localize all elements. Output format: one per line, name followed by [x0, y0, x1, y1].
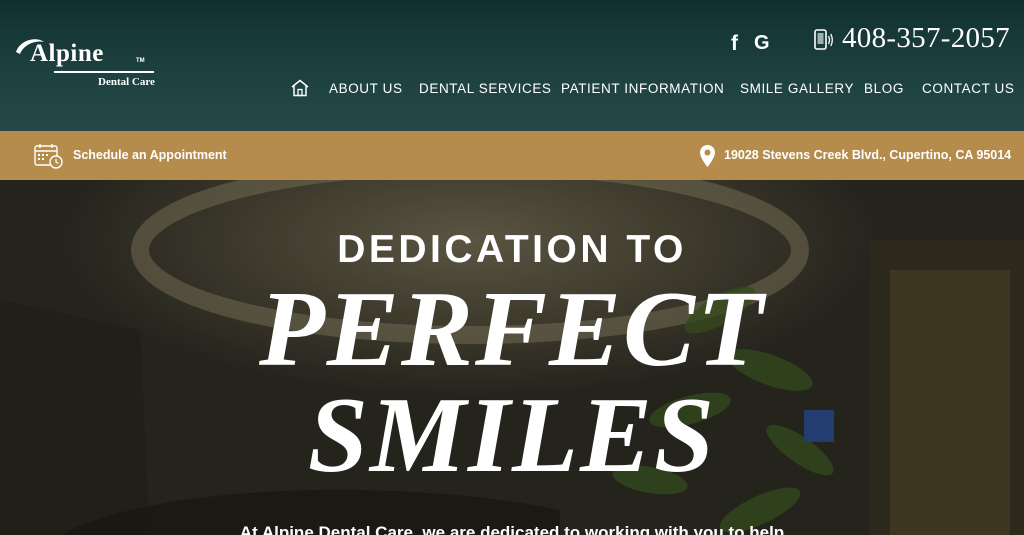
hero-section: DEDICATION TO PERFECT SMILES At Alpine D… — [0, 180, 1024, 535]
nav-item-smile-gallery[interactable]: SMILE GALLERY — [740, 81, 854, 96]
hero-headline-line-1: PERFECT — [258, 270, 766, 389]
logo-rule — [54, 71, 154, 73]
brand-subtitle: Dental Care — [98, 76, 155, 88]
brand-trademark: TM — [136, 58, 145, 64]
google-icon[interactable]: G — [754, 32, 770, 56]
brand-logo[interactable]: Alpine TM Dental Care — [14, 36, 164, 92]
facebook-icon[interactable]: f — [731, 32, 738, 56]
hero-kicker: DEDICATION TO — [337, 228, 687, 271]
home-icon[interactable] — [290, 79, 310, 97]
address-link[interactable]: 19028 Stevens Creek Blvd., Cupertino, CA… — [724, 148, 1011, 162]
info-bar: Schedule an Appointment 19028 Stevens Cr… — [0, 131, 1024, 180]
phone-icon — [814, 29, 833, 50]
nav-item-about-us[interactable]: ABOUT US — [329, 81, 403, 96]
phone-number-link[interactable]: 408-357-2057 — [842, 22, 1010, 55]
site-header: Alpine TM Dental Care f G 408-357-2057 A… — [0, 0, 1024, 131]
nav-item-blog[interactable]: BLOG — [864, 81, 904, 96]
nav-item-patient-information[interactable]: PATIENT INFORMATION — [561, 81, 724, 96]
schedule-appointment-link[interactable]: Schedule an Appointment — [73, 148, 227, 162]
map-pin-icon — [700, 145, 715, 167]
brand-name: Alpine — [30, 40, 104, 67]
hero-headline-line-2: SMILES — [307, 376, 717, 495]
hero-body-text: At Alpine Dental Care, we are dedicated … — [239, 523, 785, 535]
calendar-clock-icon[interactable] — [34, 143, 64, 169]
nav-item-dental-services[interactable]: DENTAL SERVICES — [419, 81, 552, 96]
nav-item-contact-us[interactable]: CONTACT US — [922, 81, 1015, 96]
